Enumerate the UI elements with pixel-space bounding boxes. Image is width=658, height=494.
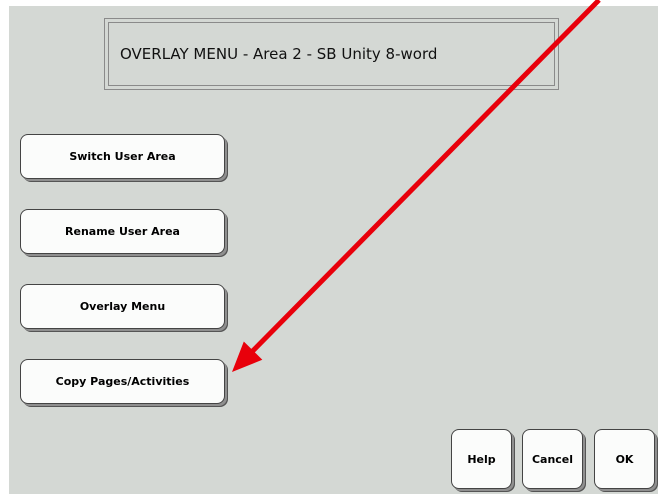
switch-user-area-button[interactable]: Switch User Area — [20, 134, 225, 179]
overlay-menu-button[interactable]: Overlay Menu — [20, 284, 225, 329]
overlay-menu-screen: OVERLAY MENU - Area 2 - SB Unity 8-word … — [9, 6, 658, 494]
rename-user-area-button[interactable]: Rename User Area — [20, 209, 225, 254]
cancel-button[interactable]: Cancel — [522, 429, 583, 489]
copy-pages-activities-button[interactable]: Copy Pages/Activities — [20, 359, 225, 404]
title-box: OVERLAY MENU - Area 2 - SB Unity 8-word — [104, 18, 559, 90]
page-title: OVERLAY MENU - Area 2 - SB Unity 8-word — [108, 22, 555, 86]
help-button[interactable]: Help — [451, 429, 512, 489]
ok-button[interactable]: OK — [594, 429, 655, 489]
